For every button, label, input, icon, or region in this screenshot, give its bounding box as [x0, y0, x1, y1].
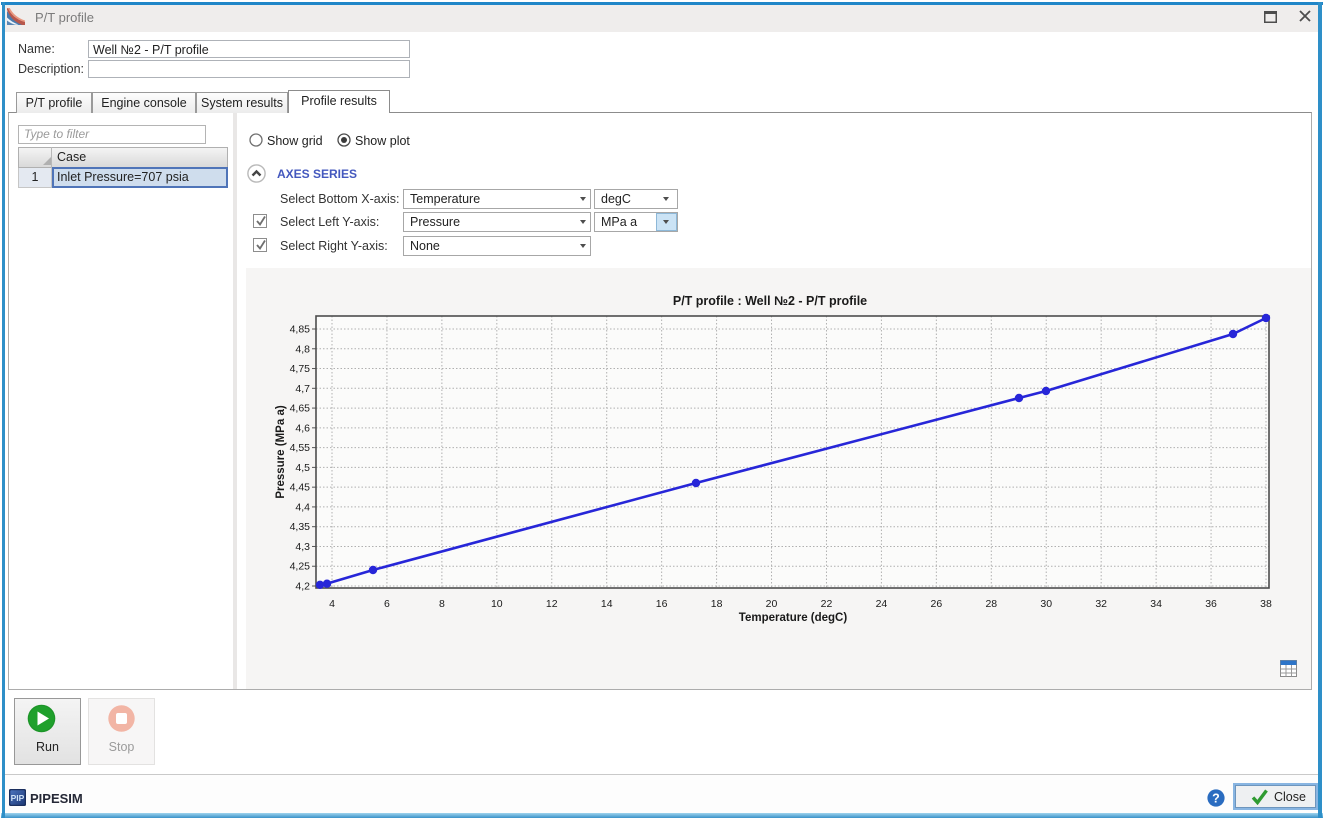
svg-text:34: 34 — [1150, 598, 1162, 610]
svg-text:4,35: 4,35 — [290, 521, 311, 533]
svg-text:PIP: PIP — [11, 793, 25, 803]
svg-text:28: 28 — [985, 598, 997, 610]
svg-text:Pressure (MPa a): Pressure (MPa a) — [275, 405, 287, 498]
svg-text:4,85: 4,85 — [290, 324, 311, 336]
svg-text:Temperature (degC): Temperature (degC) — [739, 612, 848, 624]
svg-text:22: 22 — [821, 598, 833, 610]
svg-text:14: 14 — [601, 598, 613, 610]
svg-text:4,8: 4,8 — [295, 343, 310, 355]
svg-text:4,3: 4,3 — [295, 541, 310, 553]
svg-text:10: 10 — [491, 598, 503, 610]
svg-text:24: 24 — [876, 598, 888, 610]
svg-text:30: 30 — [1040, 598, 1052, 610]
svg-text:18: 18 — [711, 598, 723, 610]
svg-text:?: ? — [1212, 792, 1220, 806]
svg-text:4,45: 4,45 — [290, 482, 311, 494]
svg-text:4: 4 — [329, 598, 335, 610]
svg-text:4,5: 4,5 — [295, 462, 310, 474]
svg-text:16: 16 — [656, 598, 668, 610]
svg-text:4,55: 4,55 — [290, 442, 311, 454]
svg-text:4,25: 4,25 — [290, 561, 311, 573]
svg-text:4,75: 4,75 — [290, 363, 311, 375]
svg-text:20: 20 — [766, 598, 778, 610]
svg-text:4,65: 4,65 — [290, 403, 311, 415]
svg-text:6: 6 — [384, 598, 390, 610]
svg-text:38: 38 — [1260, 598, 1272, 610]
svg-text:P/T profile : Well №2 - P/T pr: P/T profile : Well №2 - P/T profile — [673, 294, 867, 308]
svg-text:36: 36 — [1205, 598, 1217, 610]
svg-text:12: 12 — [546, 598, 558, 610]
svg-text:8: 8 — [439, 598, 445, 610]
svg-text:4,6: 4,6 — [295, 422, 310, 434]
svg-text:26: 26 — [931, 598, 943, 610]
svg-text:4,7: 4,7 — [295, 383, 310, 395]
svg-text:4,4: 4,4 — [295, 501, 310, 513]
svg-text:32: 32 — [1095, 598, 1107, 610]
svg-text:4,2: 4,2 — [295, 581, 310, 593]
